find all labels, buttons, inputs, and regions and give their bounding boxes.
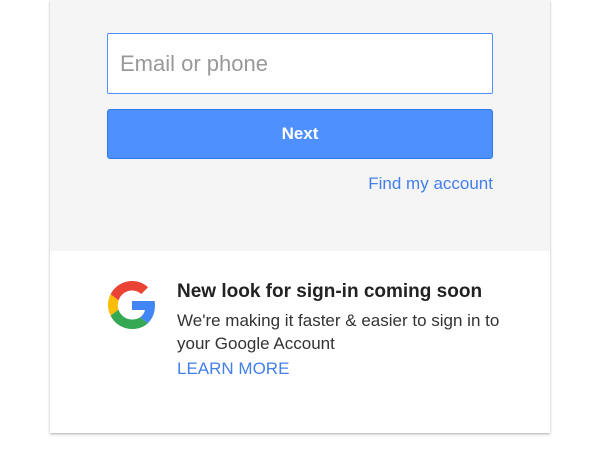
next-button[interactable]: Next: [107, 109, 493, 159]
email-or-phone-input[interactable]: [107, 33, 493, 94]
signin-card: Next Find my account New look for sign-i…: [50, 0, 550, 433]
promo-description: We're making it faster & easier to sign …: [177, 311, 500, 353]
new-look-promo: New look for sign-in coming soon We're m…: [50, 251, 550, 433]
google-g-logo-icon: [108, 281, 155, 329]
learn-more-link[interactable]: LEARN MORE: [177, 359, 289, 379]
find-my-account-link[interactable]: Find my account: [368, 174, 493, 194]
promo-text: New look for sign-in coming soon We're m…: [177, 280, 507, 379]
promo-title: New look for sign-in coming soon: [177, 281, 483, 302]
signin-panel: Next Find my account: [50, 0, 550, 251]
